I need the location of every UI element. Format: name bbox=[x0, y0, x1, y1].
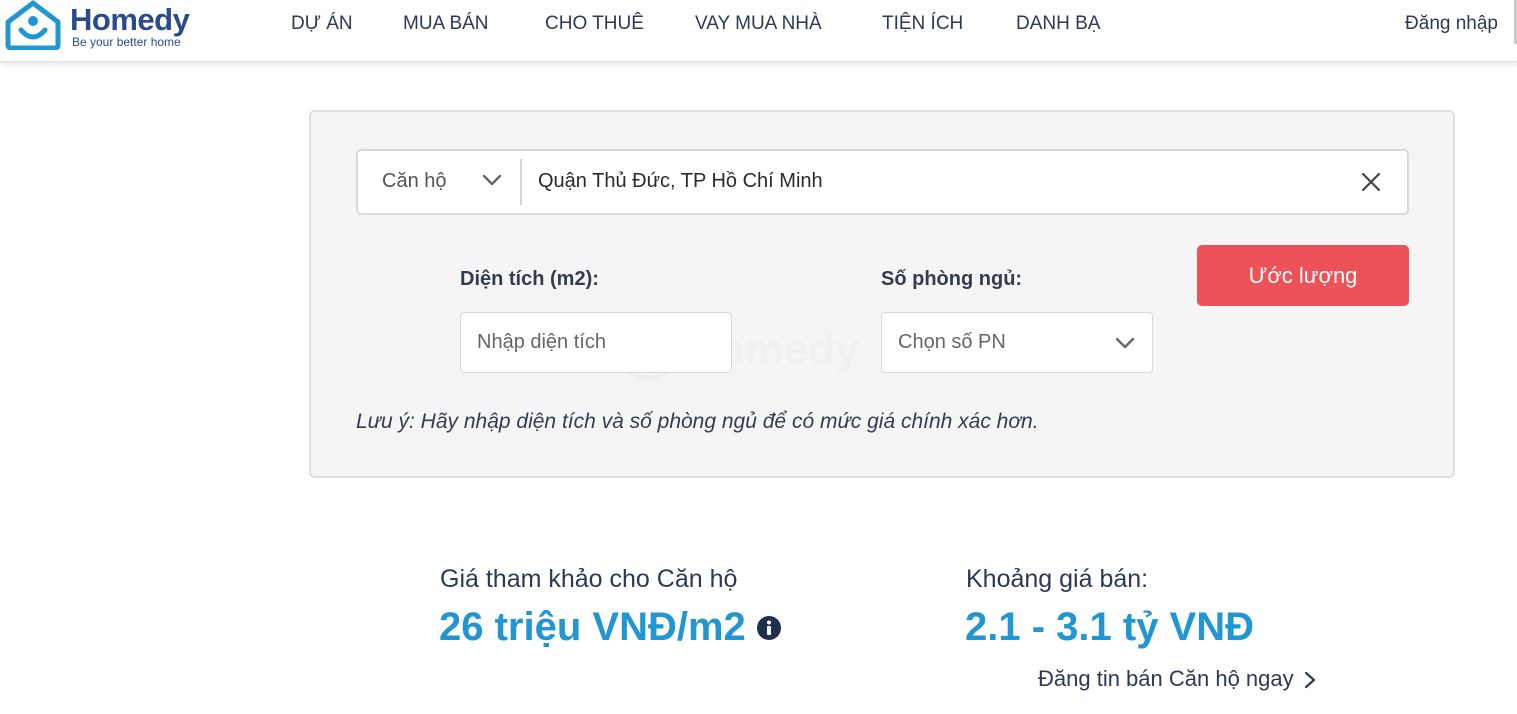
site-header: Homedy Be your better home DỰ ÁN MUA BÁN… bbox=[0, 0, 1517, 62]
post-listing-link[interactable]: Đăng tin bán Căn hộ ngay bbox=[1038, 666, 1294, 692]
search-divider bbox=[520, 159, 522, 205]
reference-price-label: Giá tham khảo cho Căn hộ bbox=[440, 565, 738, 593]
close-icon[interactable] bbox=[1359, 170, 1383, 194]
bedrooms-placeholder: Chọn số PN bbox=[898, 331, 1006, 353]
chevron-down-icon bbox=[482, 174, 502, 186]
logo-wordmark: Homedy bbox=[70, 2, 190, 37]
bedrooms-select[interactable]: Chọn số PN bbox=[881, 312, 1153, 373]
info-icon[interactable] bbox=[756, 615, 782, 641]
chevron-down-icon bbox=[1115, 337, 1135, 349]
login-link[interactable]: Đăng nhập bbox=[1405, 12, 1498, 36]
nav-item-danh-ba[interactable]: DANH BẠ bbox=[1016, 12, 1100, 36]
nav-item-vay-mua-nha[interactable]: VAY MUA NHÀ bbox=[695, 12, 822, 36]
search-bar: Căn hộ Quận Thủ Đức, TP Hồ Chí Minh bbox=[356, 149, 1409, 215]
property-type-select[interactable]: Căn hộ bbox=[358, 151, 520, 213]
area-label: Diện tích (m2): bbox=[460, 268, 599, 290]
property-type-value: Căn hộ bbox=[382, 170, 447, 192]
bedrooms-label: Số phòng ngủ: bbox=[881, 268, 1023, 290]
chevron-right-icon[interactable] bbox=[1303, 670, 1317, 690]
price-range-label: Khoảng giá bán: bbox=[966, 565, 1149, 593]
nav-item-tien-ich[interactable]: TIỆN ÍCH bbox=[882, 12, 963, 36]
price-range-value: 2.1 - 3.1 tỷ VNĐ bbox=[965, 605, 1255, 649]
price-estimator-panel: Homedy Căn hộ Quận Thủ Đức, TP Hồ Chí Mi… bbox=[309, 110, 1455, 478]
nav-item-mua-ban[interactable]: MUA BÁN bbox=[403, 12, 489, 36]
area-input[interactable]: Nhập diện tích bbox=[460, 312, 732, 373]
homedy-logo-icon bbox=[5, 0, 61, 50]
homedy-logo[interactable]: Homedy Be your better home bbox=[4, 0, 224, 50]
estimate-button[interactable]: Ước lượng bbox=[1197, 245, 1409, 306]
nav-item-cho-thue[interactable]: CHO THUÊ bbox=[545, 12, 644, 36]
logo-tagline: Be your better home bbox=[72, 35, 181, 49]
estimate-note: Lưu ý: Hãy nhập diện tích và số phòng ng… bbox=[356, 410, 1039, 433]
nav-item-du-an[interactable]: DỰ ÁN bbox=[291, 12, 353, 36]
reference-price-value: 26 triệu VNĐ/m2 bbox=[439, 605, 746, 649]
location-input[interactable]: Quận Thủ Đức, TP Hồ Chí Minh bbox=[538, 169, 1358, 195]
